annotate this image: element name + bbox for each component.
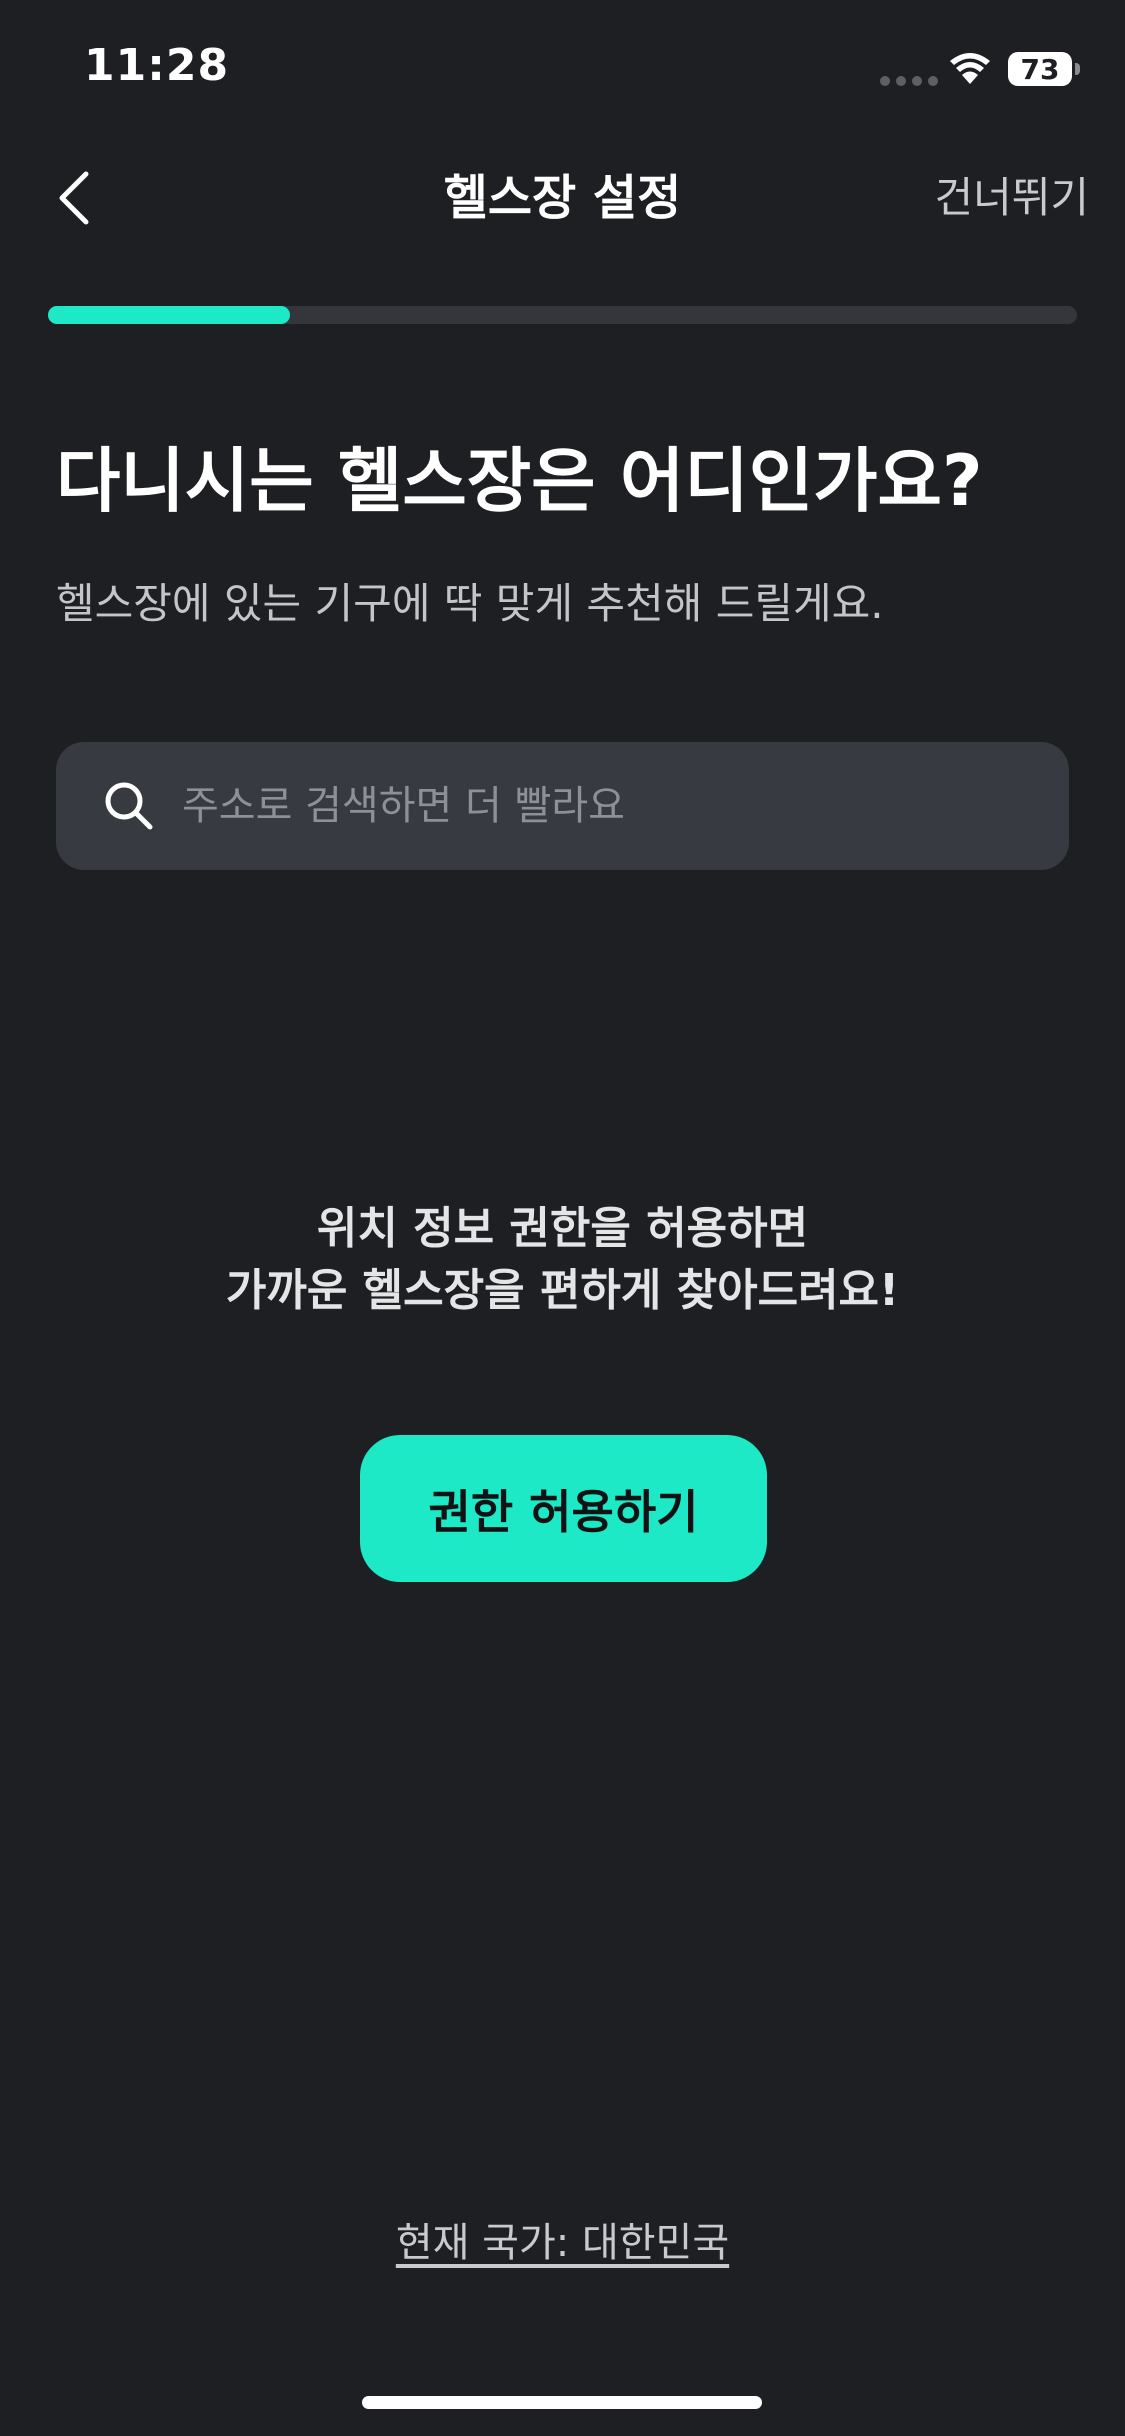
- permission-message: 위치 정보 권한을 허용하면 가까운 헬스장을 편하게 찾아드려요!: [0, 1198, 1125, 1322]
- permission-message-line2: 가까운 헬스장을 편하게 찾아드려요!: [225, 1265, 900, 1316]
- status-time: 11:28: [84, 40, 230, 91]
- question-heading: 다니시는 헬스장은 어디인가요?: [56, 440, 983, 522]
- battery-level: 73: [1020, 52, 1060, 86]
- current-country-link[interactable]: 현재 국가: 대한민국: [0, 2210, 1125, 2268]
- status-bar: 11:28 73: [0, 0, 1125, 140]
- allow-permission-button[interactable]: 권한 허용하기: [360, 1435, 767, 1582]
- skip-button[interactable]: 건너뛰기: [934, 160, 1089, 236]
- cellular-signal-icon: [880, 76, 938, 86]
- home-indicator: [362, 2396, 762, 2409]
- permission-message-line1: 위치 정보 권한을 허용하면: [316, 1203, 809, 1254]
- progress-bar: [48, 306, 1077, 324]
- chevron-left-icon: [59, 171, 89, 225]
- battery-cap: [1075, 63, 1080, 75]
- search-input[interactable]: [180, 782, 1004, 830]
- battery-icon: 73: [1008, 52, 1072, 86]
- progress-fill: [48, 306, 290, 324]
- question-subtitle: 헬스장에 있는 기구에 딱 맞게 추천해 드릴게요.: [56, 579, 884, 628]
- back-button[interactable]: [44, 160, 104, 236]
- search-box[interactable]: [56, 742, 1069, 870]
- search-icon: [105, 782, 153, 830]
- wifi-icon: [950, 53, 990, 84]
